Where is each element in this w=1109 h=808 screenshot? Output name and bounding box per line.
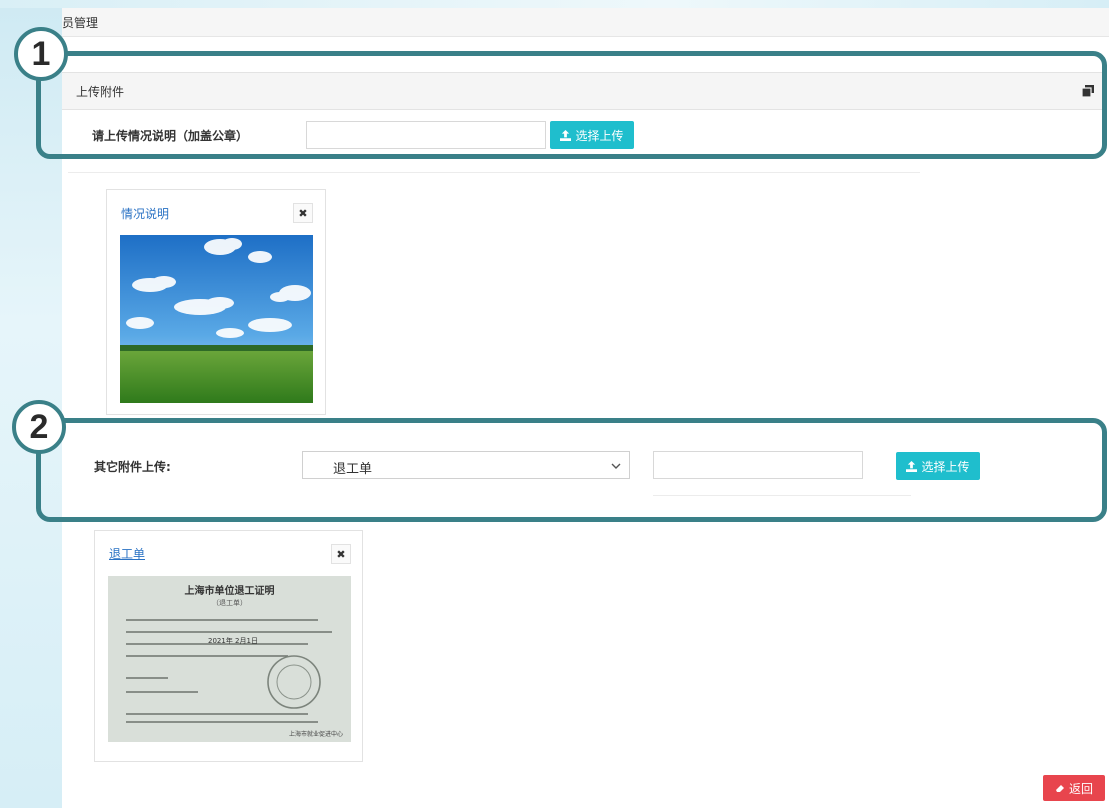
close-icon[interactable]: ✖ [331,544,351,564]
breadcrumb-text: 员管理 [62,16,99,30]
top-background [0,0,1109,8]
back-button-label: 返回 [1068,781,1093,796]
annotation-number-2: 2 [12,400,66,454]
eraser-icon [1055,785,1064,792]
attachment-card-situation: 情况说明 ✖ [106,189,326,415]
attachment-card-termination: 退工单 ✖ 上海市单位退工证明 （退工单） 2021年 2月1日 上海市就业促进… [94,530,363,762]
annotation-box-2 [36,418,1107,522]
attachment-title[interactable]: 情况说明 [121,205,169,222]
annotation-box-1 [36,51,1107,159]
breadcrumb: 员管理 [62,8,1109,37]
annotation-number-1: 1 [14,27,68,81]
attachment-title[interactable]: 退工单 [109,545,145,562]
situation-image [120,235,313,403]
back-button[interactable]: 返回 [1043,775,1105,801]
termination-document-image: 上海市单位退工证明 （退工单） 2021年 2月1日 上海市就业促进中心 [108,576,351,742]
close-icon[interactable]: ✖ [293,203,313,223]
divider [68,172,920,173]
